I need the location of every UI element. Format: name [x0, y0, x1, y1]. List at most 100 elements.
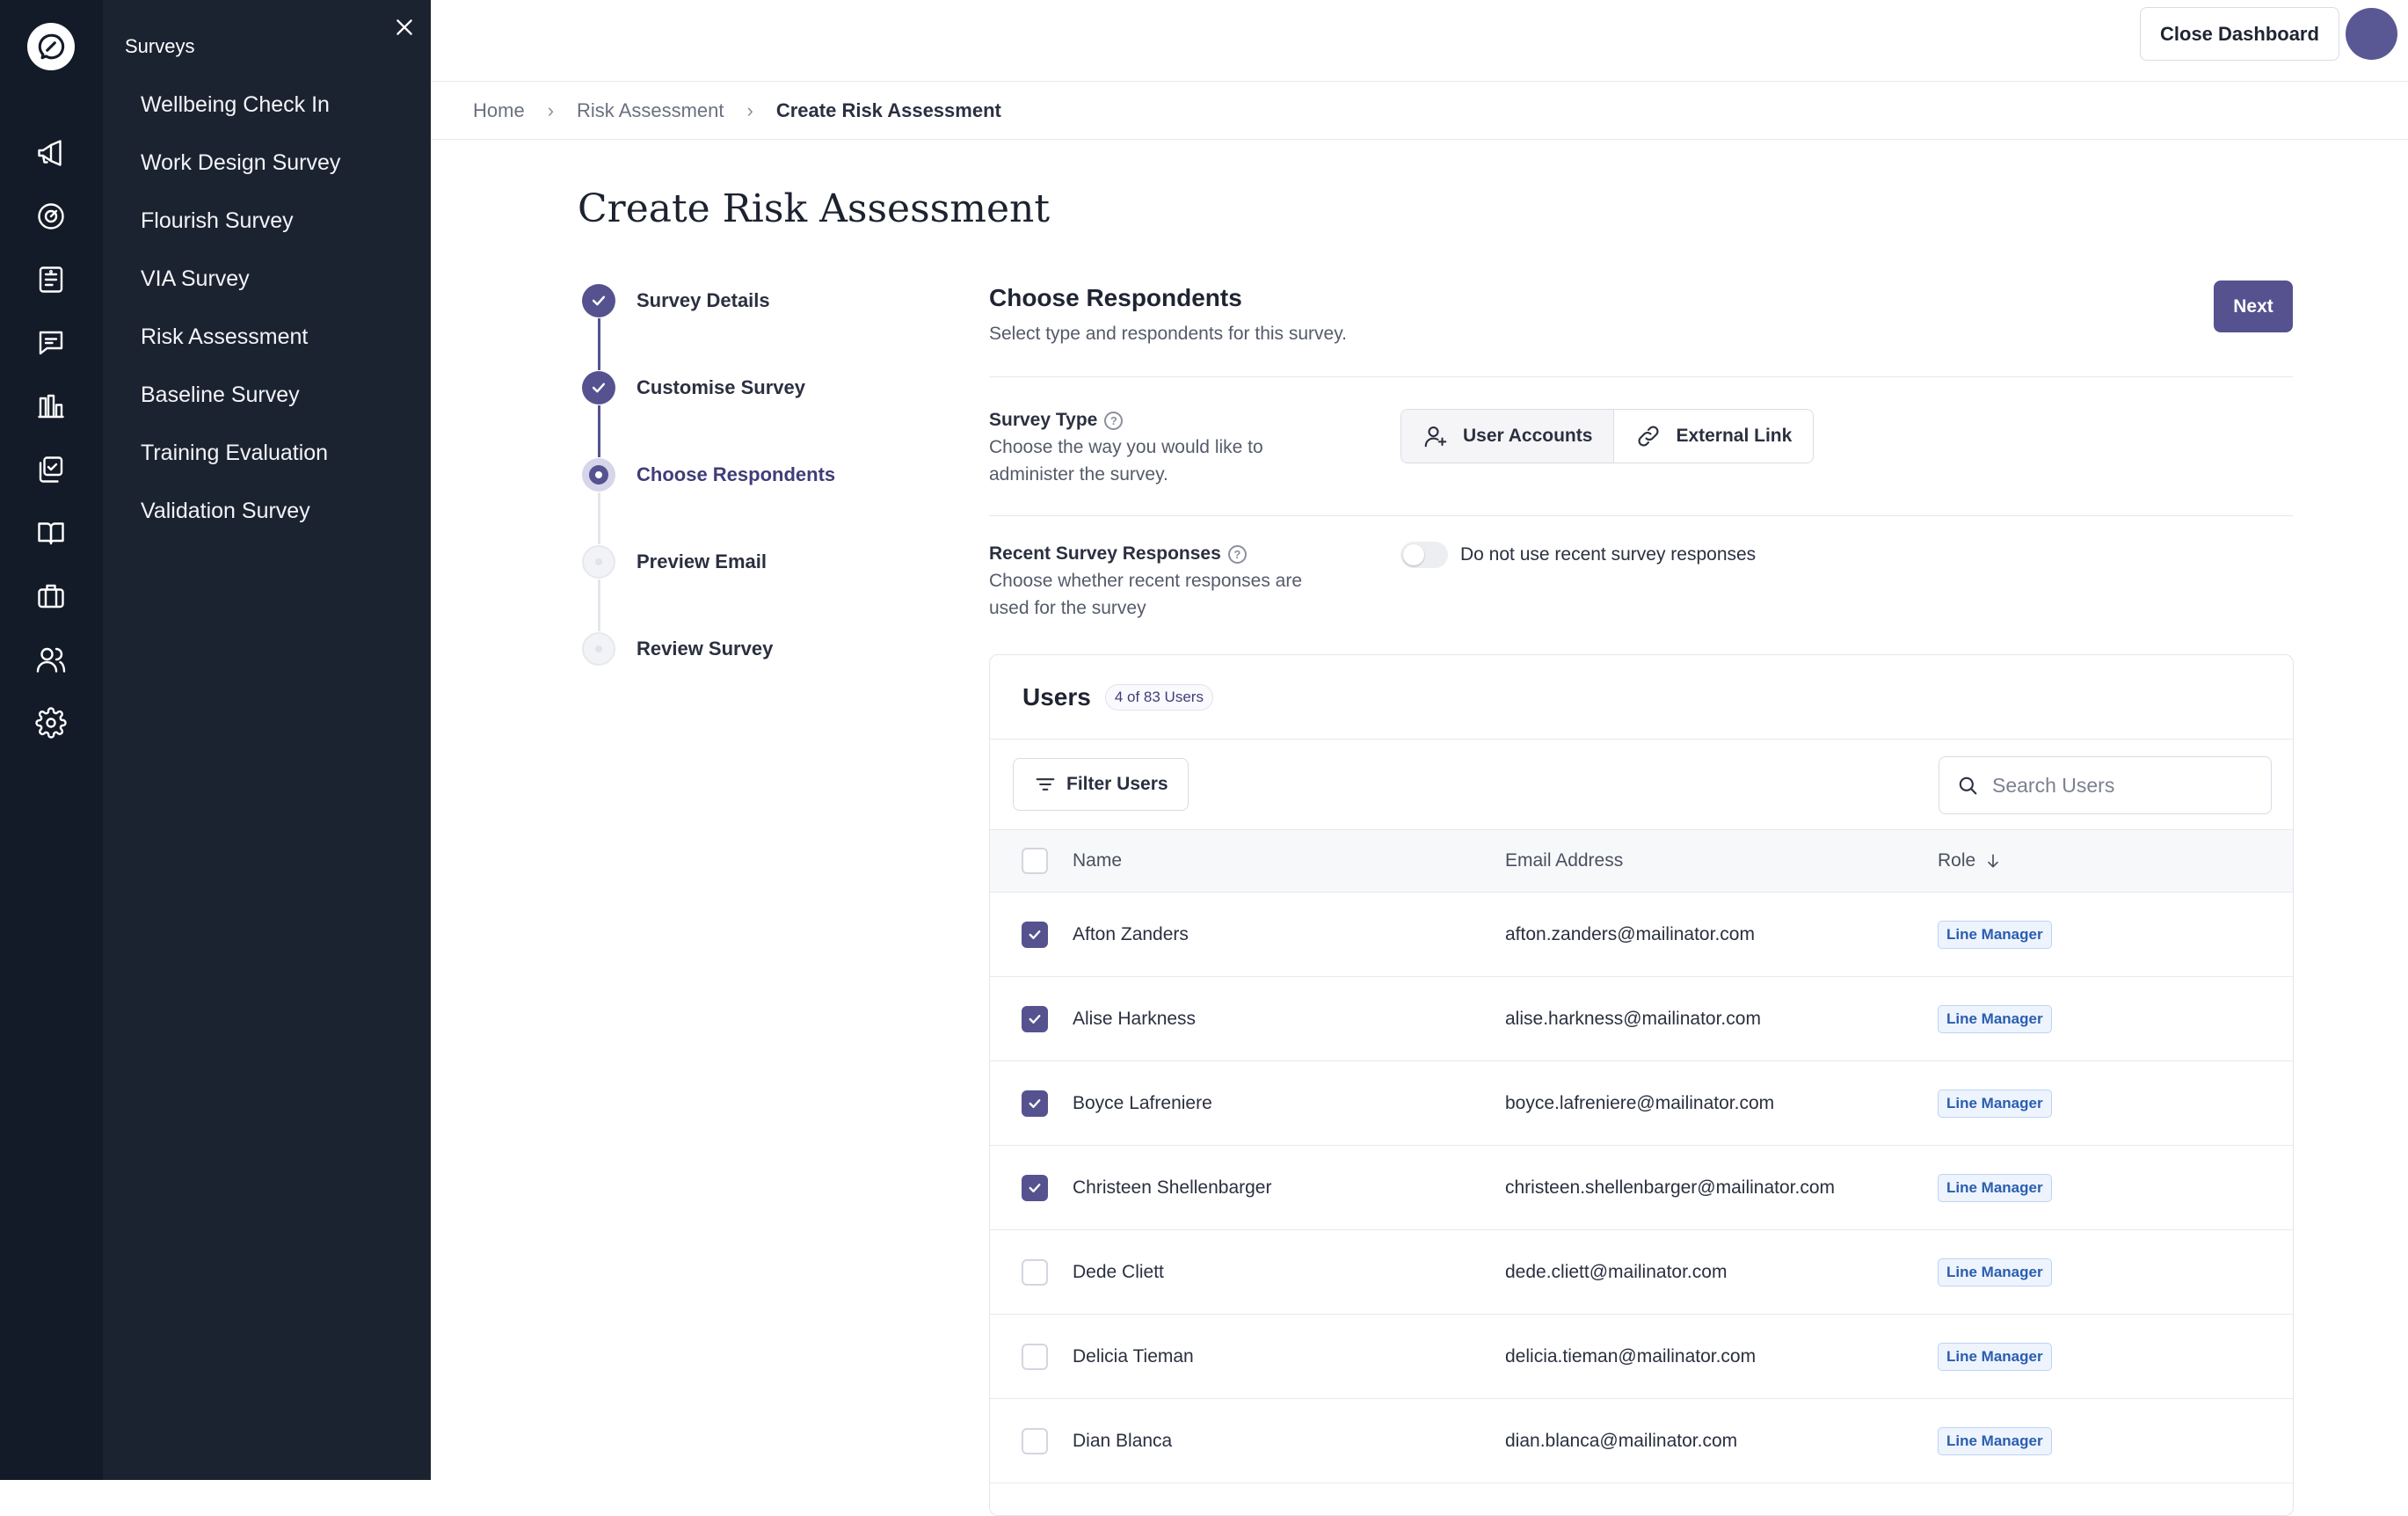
table-row[interactable]: Alise Harkness alise.harkness@mailinator… [990, 977, 2293, 1061]
user-name: Dede Cliett [1073, 1261, 1164, 1282]
step-choose-respondents[interactable]: Choose Respondents [582, 457, 951, 492]
users-card: Users 4 of 83 Users Filter Users Name Em… [989, 654, 2294, 1516]
row-checkbox[interactable] [1022, 1258, 1048, 1286]
select-all-cell [1022, 830, 1048, 892]
row-checkbox[interactable] [1022, 921, 1048, 948]
table-row[interactable]: Delicia Tieman delicia.tieman@mailinator… [990, 1315, 2293, 1399]
user-name: Afton Zanders [1073, 923, 1189, 944]
row-check-cell [1022, 977, 1048, 1060]
divider [989, 515, 2293, 516]
close-flyout-button[interactable] [384, 7, 425, 47]
menu-item-validation-survey[interactable]: Validation Survey [141, 482, 340, 540]
step-customise-survey[interactable]: Customise Survey [582, 370, 951, 405]
recent-responses-description: Choose whether recent responses are used… [989, 571, 1303, 618]
help-icon[interactable]: ? [1104, 411, 1124, 430]
flyout-title: Surveys [125, 35, 195, 57]
row-check-cell [1022, 1399, 1048, 1483]
menu-item-wellbeing-check-in[interactable]: Wellbeing Check In [141, 76, 340, 134]
filter-users-button[interactable]: Filter Users [1013, 758, 1189, 811]
divider [989, 376, 2293, 377]
step-connector [598, 579, 600, 631]
table-row[interactable]: Dian Blanca dian.blanca@mailinator.com L… [990, 1399, 2293, 1483]
breadcrumb-risk-assessment[interactable]: Risk Assessment [577, 99, 724, 122]
briefcase-icon[interactable] [33, 579, 69, 614]
row-checkbox[interactable] [1022, 1427, 1048, 1454]
row-check-cell [1022, 893, 1048, 976]
step-preview-email[interactable]: Preview Email [582, 544, 951, 579]
table-row[interactable]: Dede Cliett dede.cliett@mailinator.com L… [990, 1230, 2293, 1315]
row-check-cell [1022, 1230, 1048, 1314]
megaphone-icon[interactable] [33, 135, 69, 171]
survey-icon[interactable] [33, 262, 69, 297]
option-external-link[interactable]: External Link [1613, 410, 1813, 463]
close-icon [396, 19, 412, 35]
user-name: Boyce Lafreniere [1073, 1092, 1212, 1113]
menu-item-work-design-survey[interactable]: Work Design Survey [141, 134, 340, 192]
step-label: Survey Details [637, 289, 770, 311]
user-email: alise.harkness@mailinator.com [1505, 1008, 1761, 1029]
column-role-label: Role [1938, 850, 1976, 871]
avatar[interactable] [2346, 8, 2397, 60]
user-name: Delicia Tieman [1073, 1345, 1194, 1367]
step-connector [598, 318, 600, 370]
role-cell: Line Manager [1938, 893, 2052, 976]
toggle-label: Do not use recent survey responses [1460, 544, 1757, 565]
users-icon[interactable] [33, 642, 69, 677]
row-checkbox[interactable] [1022, 1343, 1048, 1370]
next-button[interactable]: Next [2214, 281, 2293, 332]
role-cell: Line Manager [1938, 1146, 2052, 1229]
table-row[interactable]: Boyce Lafreniere boyce.lafreniere@mailin… [990, 1061, 2293, 1146]
chevron-right-icon: › [746, 98, 753, 121]
survey-type-label-text: Survey Type [989, 410, 1098, 430]
column-name[interactable]: Name [1073, 830, 1122, 892]
survey-type-toggle: User Accounts External Link [1400, 409, 1815, 463]
gear-icon[interactable] [33, 705, 69, 740]
column-role[interactable]: Role [1938, 830, 2002, 892]
option-label: External Link [1676, 426, 1793, 446]
app-logo-icon[interactable] [27, 23, 75, 70]
breadcrumb-home[interactable]: Home [473, 99, 525, 122]
checklist-icon[interactable] [33, 452, 69, 487]
help-icon[interactable]: ? [1227, 544, 1247, 564]
user-email: afton.zanders@mailinator.com [1505, 923, 1755, 944]
role-cell: Line Manager [1938, 977, 2052, 1060]
column-email[interactable]: Email Address [1505, 830, 1623, 892]
option-user-accounts[interactable]: User Accounts [1401, 410, 1614, 463]
users-count-badge: 4 of 83 Users [1104, 684, 1213, 711]
menu-item-via-survey[interactable]: VIA Survey [141, 250, 340, 308]
row-checkbox[interactable] [1022, 1005, 1048, 1032]
page-title: Create Risk Assessment [578, 186, 1051, 231]
step-review-survey[interactable]: Review Survey [582, 631, 951, 667]
menu-item-flourish-survey[interactable]: Flourish Survey [141, 192, 340, 250]
table-row[interactable]: Christeen Shellenbarger christeen.shelle… [990, 1146, 2293, 1230]
arrow-down-icon [1988, 854, 1999, 868]
select-all-checkbox[interactable] [1022, 848, 1048, 874]
gauge-icon[interactable] [33, 199, 69, 234]
table-row[interactable]: Afton Zanders afton.zanders@mailinator.c… [990, 893, 2293, 977]
pending-step-icon [582, 545, 615, 579]
role-cell: Line Manager [1938, 1315, 2052, 1398]
step-survey-details[interactable]: Survey Details [582, 283, 951, 318]
check-icon [1029, 1014, 1041, 1024]
close-dashboard-button[interactable]: Close Dashboard [2140, 7, 2339, 61]
step-connector [598, 405, 600, 457]
step-label: Choose Respondents [637, 463, 836, 485]
row-checkbox[interactable] [1022, 1174, 1048, 1201]
filter-icon [1036, 778, 1055, 791]
recent-responses-toggle-row: Do not use recent survey responses [1400, 542, 1756, 568]
menu-item-baseline-survey[interactable]: Baseline Survey [141, 366, 340, 424]
step-connector [598, 492, 600, 544]
chat-icon[interactable] [33, 325, 69, 361]
breadcrumb: Home › Risk Assessment › Create Risk Ass… [431, 82, 2408, 140]
book-icon[interactable] [33, 515, 69, 550]
role-badge: Line Manager [1938, 1342, 2052, 1371]
search-users-input[interactable] [1992, 773, 2256, 798]
menu-item-training-evaluation[interactable]: Training Evaluation [141, 424, 340, 482]
check-icon [1029, 929, 1041, 939]
user-email: delicia.tieman@mailinator.com [1505, 1345, 1757, 1367]
bar-chart-icon[interactable] [33, 389, 69, 424]
row-checkbox[interactable] [1022, 1090, 1048, 1117]
recent-responses-toggle[interactable] [1400, 542, 1448, 568]
option-label: User Accounts [1463, 426, 1593, 446]
menu-item-risk-assessment[interactable]: Risk Assessment [141, 308, 340, 366]
